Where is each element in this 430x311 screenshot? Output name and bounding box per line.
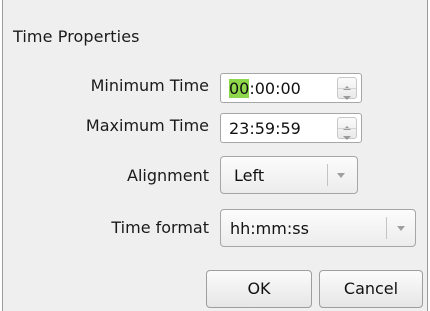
alignment-label: Alignment: [127, 166, 209, 185]
maximum-time-value[interactable]: 23:59:59: [229, 119, 301, 138]
time-properties-dialog: Time Properties Minimum Time 00:00:00 Ma…: [2, 0, 428, 311]
time-format-combobox[interactable]: hh:mm:ss: [220, 209, 416, 247]
minimum-time-decrement-button[interactable]: [338, 88, 356, 100]
ok-button[interactable]: OK: [206, 270, 312, 308]
minimum-time-value[interactable]: 00:00:00: [229, 79, 301, 98]
minimum-time-label: Minimum Time: [90, 76, 209, 95]
maximum-time-decrement-button[interactable]: [338, 128, 356, 140]
triangle-down-icon: [343, 136, 351, 140]
minimum-time-value-rest: :00:00: [249, 79, 301, 98]
time-format-label: Time format: [111, 218, 209, 237]
maximum-time-increment-button[interactable]: [338, 118, 356, 130]
maximum-time-spinbox[interactable]: 23:59:59: [220, 113, 362, 143]
maximum-time-label: Maximum Time: [85, 116, 209, 135]
alignment-combo-separator: [327, 164, 328, 186]
maximum-time-spin-buttons: [337, 117, 357, 140]
minimum-time-spin-buttons: [337, 77, 357, 100]
triangle-down-icon: [343, 96, 351, 100]
cancel-button[interactable]: Cancel: [319, 270, 423, 308]
minimum-time-selected-segment: 00: [229, 79, 250, 98]
alignment-value: Left: [234, 166, 265, 185]
alignment-combobox[interactable]: Left: [220, 156, 358, 194]
time-format-combo-separator: [386, 217, 387, 239]
minimum-time-increment-button[interactable]: [338, 78, 356, 90]
dialog-title: Time Properties: [13, 27, 140, 46]
time-format-value: hh:mm:ss: [230, 219, 309, 238]
chevron-down-icon[interactable]: [333, 167, 349, 183]
minimum-time-spinbox[interactable]: 00:00:00: [220, 73, 362, 103]
chevron-down-icon[interactable]: [393, 220, 409, 236]
